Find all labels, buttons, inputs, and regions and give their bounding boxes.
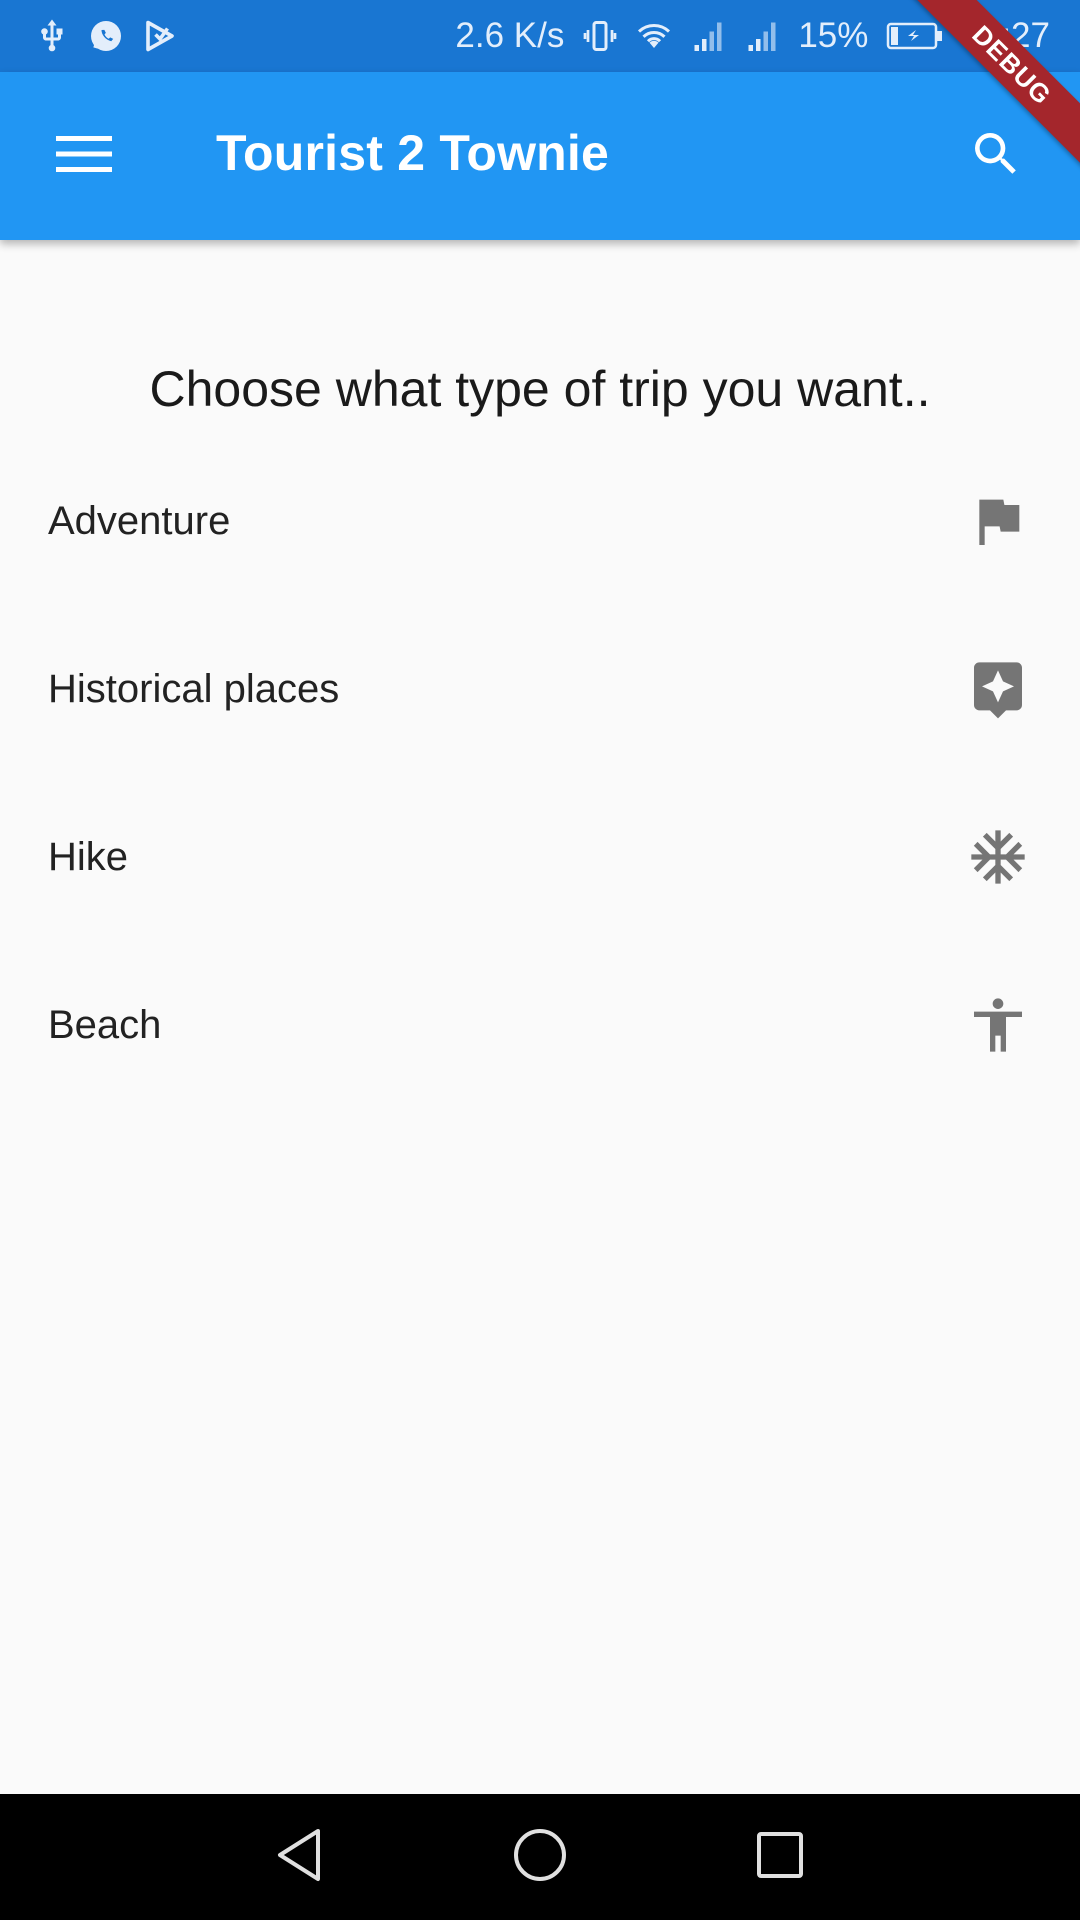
search-button[interactable] (954, 114, 1038, 198)
battery-charging-icon (886, 21, 944, 51)
home-button[interactable] (498, 1815, 582, 1899)
trip-item-label: Hike (48, 834, 129, 879)
screen: 2.6 K/s 15% 00:27 Tou (0, 0, 1080, 1920)
wifi-icon (636, 18, 672, 54)
trip-type-list: Adventure Historical places Hike Beach (0, 437, 1080, 1109)
flag-icon (966, 489, 1030, 553)
app-title: Tourist 2 Townie (216, 125, 610, 181)
signal-icon (744, 18, 780, 54)
trip-item-label: Beach (48, 1002, 162, 1047)
home-circle-icon (512, 1827, 568, 1888)
trip-item-hike[interactable]: Hike (0, 773, 1080, 941)
back-triangle-icon (274, 1827, 326, 1888)
status-bar: 2.6 K/s 15% 00:27 (0, 0, 1080, 72)
menu-button[interactable] (42, 114, 126, 198)
trip-item-label: Historical places (48, 666, 340, 711)
usb-icon (34, 18, 70, 54)
back-button[interactable] (258, 1815, 342, 1899)
recents-square-icon (755, 1830, 805, 1885)
signal-icon (690, 18, 726, 54)
trip-item-historical-places[interactable]: Historical places (0, 605, 1080, 773)
network-speed: 2.6 K/s (455, 16, 565, 55)
menu-icon (56, 134, 112, 179)
trip-item-beach[interactable]: Beach (0, 941, 1080, 1109)
local-see-star-icon (966, 657, 1030, 721)
trip-item-label: Adventure (48, 498, 231, 543)
whatsapp-icon (88, 18, 124, 54)
system-navigation-bar (0, 1794, 1080, 1920)
vibrate-icon (582, 18, 618, 54)
battery-percent: 15% (798, 16, 869, 55)
trip-type-prompt: Choose what type of trip you want.. (149, 361, 931, 417)
status-left-icons (34, 18, 178, 54)
snowflake-icon (966, 825, 1030, 889)
search-icon (968, 126, 1024, 187)
accessibility-icon (966, 993, 1030, 1057)
play-store-icon (142, 18, 178, 54)
app-bar: Tourist 2 Townie (0, 72, 1080, 240)
trip-item-adventure[interactable]: Adventure (0, 437, 1080, 605)
recents-button[interactable] (738, 1815, 822, 1899)
